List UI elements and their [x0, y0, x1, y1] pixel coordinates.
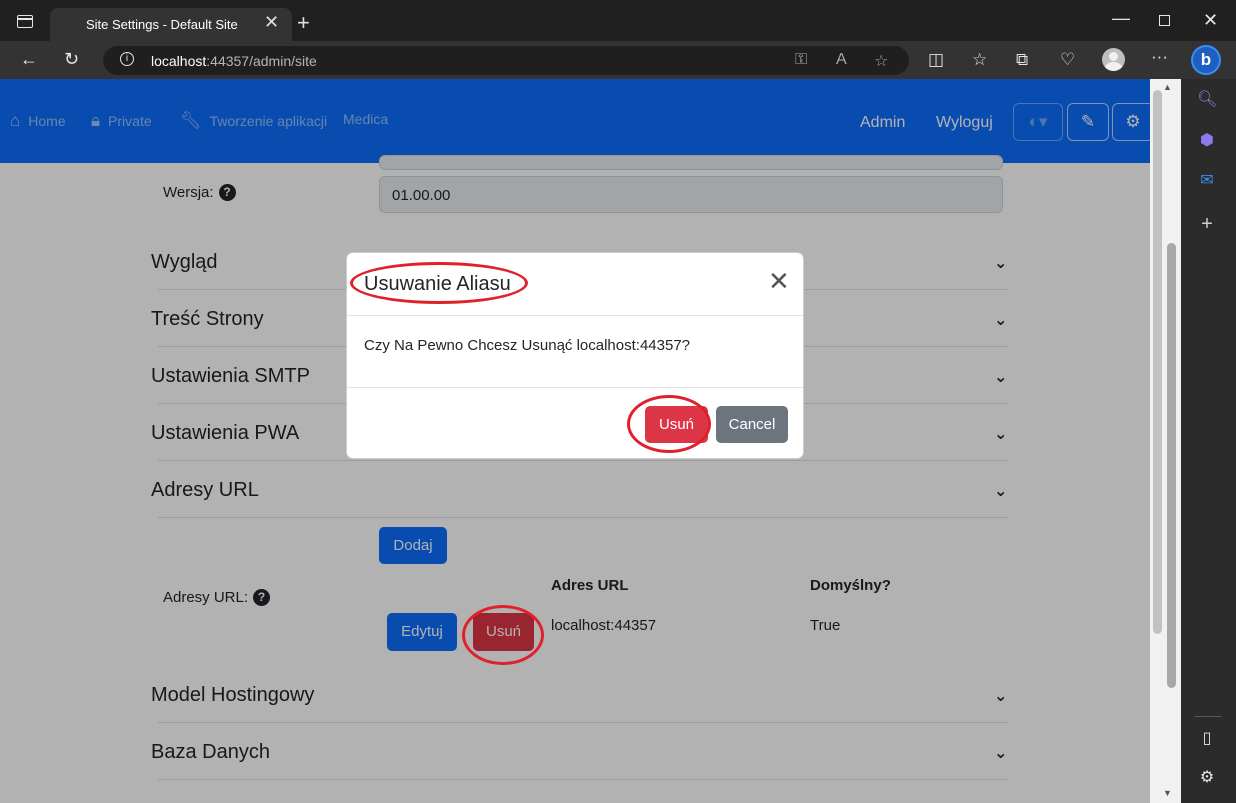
- sidebar-divider: [1194, 716, 1222, 717]
- scrollbar-thumb[interactable]: [1167, 243, 1176, 688]
- modal-title: Usuwanie Aliasu: [364, 273, 511, 295]
- favorites-icon[interactable]: ☆: [972, 50, 987, 70]
- scroll-down-icon[interactable]: ▼: [1163, 788, 1172, 798]
- back-icon[interactable]: ←: [20, 50, 38, 68]
- modal-message: Czy Na Pewno Chcesz Usunąć localhost:443…: [364, 337, 691, 354]
- collections-icon[interactable]: ⧉: [1016, 50, 1028, 70]
- cancel-button[interactable]: Cancel: [716, 406, 788, 443]
- close-icon[interactable]: ✕: [768, 268, 790, 294]
- outlook-icon[interactable]: ✉: [1197, 171, 1217, 191]
- copilot-icon[interactable]: ⬢: [1197, 131, 1217, 151]
- more-menu-icon[interactable]: ···: [1151, 47, 1168, 67]
- key-icon[interactable]: ⚿: [795, 51, 807, 69]
- health-icon[interactable]: ♡: [1060, 50, 1075, 70]
- favorite-star-icon[interactable]: ☆: [874, 51, 888, 71]
- profile-avatar[interactable]: [1102, 48, 1125, 71]
- split-screen-icon[interactable]: ◫: [928, 50, 944, 70]
- bing-copilot-icon[interactable]: b: [1191, 45, 1221, 75]
- maximize-icon[interactable]: [1159, 15, 1170, 26]
- sidebar-layout-icon[interactable]: ▯: [1197, 729, 1217, 749]
- tab-title: Site Settings - Default Site: [86, 17, 238, 32]
- address-text[interactable]: localhost:44357/admin/site: [151, 53, 317, 69]
- read-aloud-icon[interactable]: A: [836, 51, 847, 69]
- minimize-icon[interactable]: —: [1112, 8, 1130, 29]
- reload-icon[interactable]: ↻: [64, 50, 79, 68]
- sidebar-settings-icon[interactable]: ⚙: [1197, 768, 1217, 788]
- tab-close-icon[interactable]: ✕: [264, 13, 279, 31]
- inner-scrollbar-thumb[interactable]: [1153, 90, 1162, 634]
- site-info-icon[interactable]: i: [120, 52, 134, 66]
- page-viewport: ⌂ Home 🔒︎ Private 🔧︎ Tworzenie aplikacji Me…: [0, 79, 1150, 803]
- scroll-up-icon[interactable]: ▲: [1163, 82, 1172, 92]
- search-icon[interactable]: 🔍︎: [1197, 90, 1217, 110]
- window-menu-icon[interactable]: [17, 15, 33, 28]
- close-window-icon[interactable]: ✕: [1203, 10, 1218, 31]
- add-sidebar-app-icon[interactable]: +: [1197, 214, 1217, 234]
- delete-alias-modal: Usuwanie Aliasu ✕ Czy Na Pewno Chcesz Us…: [346, 252, 804, 459]
- confirm-delete-button[interactable]: Usuń: [645, 406, 708, 443]
- new-tab-icon[interactable]: +: [297, 12, 310, 34]
